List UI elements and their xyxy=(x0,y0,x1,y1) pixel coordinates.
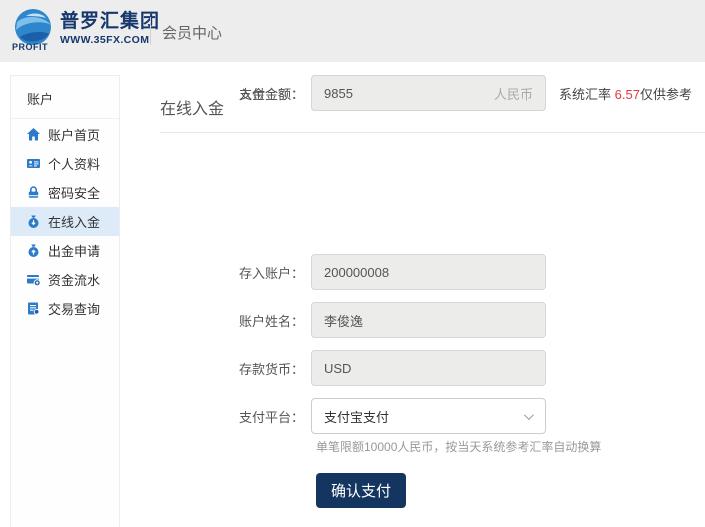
header-divider xyxy=(150,17,151,45)
sidebar-item-账户首页[interactable]: 账户首页 xyxy=(11,120,119,149)
brand-logo: PROFIT xyxy=(12,6,58,56)
sidebar-item-label: 资金流水 xyxy=(48,270,100,289)
payment-amount-label: 支付金额： xyxy=(121,84,304,103)
deposit-icon xyxy=(26,214,41,229)
account-name-label: 账户姓名： xyxy=(121,311,304,330)
sidebar-group-title: 账户 xyxy=(11,76,119,119)
brand-url: WWW.35FX.COM xyxy=(60,34,160,46)
form-row-deposit-currency: 存款货币： USD xyxy=(121,350,705,386)
limit-helper-text: 单笔限额10000人民币，按当天系统参考汇率自动换算 xyxy=(316,438,601,455)
sidebar-item-个人资料[interactable]: 个人资料 xyxy=(11,149,119,178)
form-row-payment-platform: 支付平台： 支付宝支付 xyxy=(121,398,705,434)
deposit-currency-field: USD xyxy=(311,350,546,386)
title-divider xyxy=(160,132,705,133)
exchange-rate-note: 系统汇率 6.57仅供参考 xyxy=(559,84,692,103)
form-row-deposit-account: 存入账户： 200000008 xyxy=(121,254,705,290)
brand-block: 普罗汇集团 WWW.35FX.COM xyxy=(60,10,160,46)
form-row-account-name: 账户姓名： 李俊逸 xyxy=(121,302,705,338)
sidebar-item-label: 出金申请 xyxy=(48,241,100,260)
rate-note-prefix: 系统汇率 xyxy=(559,87,615,102)
payment-amount-value: 9855 xyxy=(324,86,353,101)
account-name-value: 李俊逸 xyxy=(324,311,363,330)
deposit-currency-value: USD xyxy=(324,361,351,376)
sidebar-item-label: 交易查询 xyxy=(48,299,100,318)
withdraw-icon xyxy=(26,243,41,258)
form-row-payment-amount: 支付金额： 9855 人民币 系统汇率 6.57仅供参考 xyxy=(121,75,705,111)
header: PROFIT 普罗汇集团 WWW.35FX.COM 会员中心 xyxy=(0,0,705,62)
sidebar-item-label: 账户首页 xyxy=(48,125,100,144)
payment-amount-field: 9855 人民币 xyxy=(311,75,546,111)
sidebar-item-label: 个人资料 xyxy=(48,154,100,173)
sidebar-item-出金申请[interactable]: 出金申请 xyxy=(11,236,119,265)
confirm-payment-button[interactable]: 确认支付 xyxy=(316,473,406,508)
globe-icon xyxy=(14,8,52,46)
deposit-account-field: 200000008 xyxy=(311,254,546,290)
account-name-field: 李俊逸 xyxy=(311,302,546,338)
funds-flow-icon xyxy=(26,272,41,287)
sidebar-nav: 账户首页个人资料密码安全在线入金出金申请资金流水交易查询 xyxy=(11,119,119,323)
member-center-title: 会员中心 xyxy=(162,22,222,43)
sidebar-item-label: 密码安全 xyxy=(48,183,100,202)
sidebar-item-label: 在线入金 xyxy=(48,212,100,231)
payment-platform-value: 支付宝支付 xyxy=(324,407,389,426)
chevron-down-icon xyxy=(524,410,534,420)
sidebar-item-资金流水[interactable]: 资金流水 xyxy=(11,265,119,294)
deposit-account-value: 200000008 xyxy=(324,265,389,280)
sidebar: 账户 账户首页个人资料密码安全在线入金出金申请资金流水交易查询 xyxy=(10,75,120,527)
id-card-icon xyxy=(26,156,41,171)
member-center-page: PROFIT 普罗汇集团 WWW.35FX.COM 会员中心 账户 账户首页个人… xyxy=(0,0,705,527)
lock-icon xyxy=(26,185,41,200)
home-icon xyxy=(26,127,41,142)
deposit-account-label: 存入账户： xyxy=(121,263,304,282)
brand-name: 普罗汇集团 xyxy=(60,10,160,34)
rate-note-suffix: 仅供参考 xyxy=(640,87,692,102)
rate-value: 6.57 xyxy=(615,87,640,102)
deposit-currency-label: 存款货币： xyxy=(121,359,304,378)
payment-platform-select[interactable]: 支付宝支付 xyxy=(311,398,546,434)
sidebar-item-在线入金[interactable]: 在线入金 xyxy=(11,207,119,236)
sidebar-item-密码安全[interactable]: 密码安全 xyxy=(11,178,119,207)
main-content: 在线入金 存入账户： 200000008 账户姓名： 李俊逸 存款货币： USD… xyxy=(121,75,705,527)
transaction-query-icon xyxy=(26,301,41,316)
logo-wordmark: PROFIT xyxy=(12,42,48,52)
sidebar-item-交易查询[interactable]: 交易查询 xyxy=(11,294,119,323)
payment-platform-label: 支付平台： xyxy=(121,407,304,426)
payment-amount-unit: 人民币 xyxy=(494,84,533,103)
